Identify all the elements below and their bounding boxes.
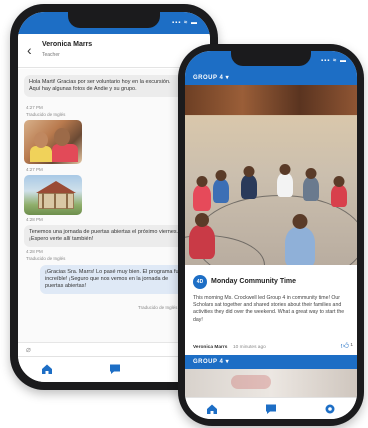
- thumbs-up-icon[interactable]: 👍︎: [341, 341, 349, 351]
- contact-name: Veronica Marrs: [42, 41, 93, 48]
- translation-note: Traducido de Inglés: [26, 112, 66, 117]
- message-time: 4:27 PM: [26, 167, 43, 172]
- message-bubble: Hola Marti! Gracias por ser voluntario h…: [24, 75, 184, 97]
- feed-screen: ▪▪▪ ≈ ▬ GROUP 4 ▾ 4D Monday Community Ti: [185, 51, 357, 419]
- signal-indicators: ▪▪▪ ≈ ▬: [171, 20, 198, 26]
- feed-phone: ▪▪▪ ≈ ▬ GROUP 4 ▾ 4D Monday Community Ti: [178, 44, 364, 426]
- reply-bubble: ¡Gracias Sra. Marrs! Lo pasé muy bien. E…: [40, 265, 190, 294]
- chevron-left-icon[interactable]: ‹: [27, 42, 32, 58]
- message-icon[interactable]: [108, 362, 122, 376]
- contact-role: Teacher: [42, 52, 60, 58]
- post-photo[interactable]: [185, 369, 357, 397]
- home-icon[interactable]: [205, 402, 219, 416]
- message-time: 4:28 PM: [26, 249, 43, 254]
- settings-icon[interactable]: [323, 402, 337, 416]
- post-body: This morning Ms. Crockwell led Group 4 i…: [193, 295, 345, 323]
- signal-indicators: ▪▪▪ ≈ ▬: [320, 58, 347, 64]
- photo-attachment[interactable]: [24, 175, 82, 215]
- phone-notch: [231, 51, 311, 66]
- post-time: 10 minutes ago: [233, 345, 266, 350]
- photo-attachment[interactable]: [24, 120, 82, 164]
- post-card[interactable]: 4D Monday Community Time This morning Ms…: [185, 265, 357, 361]
- group-selector[interactable]: GROUP 4 ▾: [185, 71, 357, 85]
- phone-notch: [68, 12, 160, 28]
- translation-note: Traducido de Inglés: [138, 305, 178, 310]
- message-icon[interactable]: [264, 402, 278, 416]
- message-bubble: Tenemos una jornada de puertas abiertas …: [24, 225, 184, 247]
- post-photo[interactable]: [185, 85, 357, 265]
- app-showcase: ▪▪▪ ≈ ▬ ‹ Veronica Marrs Teacher Hola Ma…: [0, 0, 368, 428]
- bottom-tab-bar: [185, 397, 357, 419]
- group-selector[interactable]: GROUP 4 ▾: [185, 355, 357, 369]
- group-badge: 4D: [193, 275, 207, 289]
- translation-note: Traducido de Inglés: [26, 256, 66, 261]
- post-title: Monday Community Time: [211, 278, 297, 285]
- like-count: 1: [350, 343, 353, 348]
- message-time: 4:28 PM: [26, 217, 43, 222]
- post-author: Veronica Marrs: [193, 345, 228, 350]
- paperclip-icon[interactable]: ⌀: [26, 345, 31, 354]
- home-icon[interactable]: [40, 362, 54, 376]
- message-time: 4:27 PM: [26, 105, 43, 110]
